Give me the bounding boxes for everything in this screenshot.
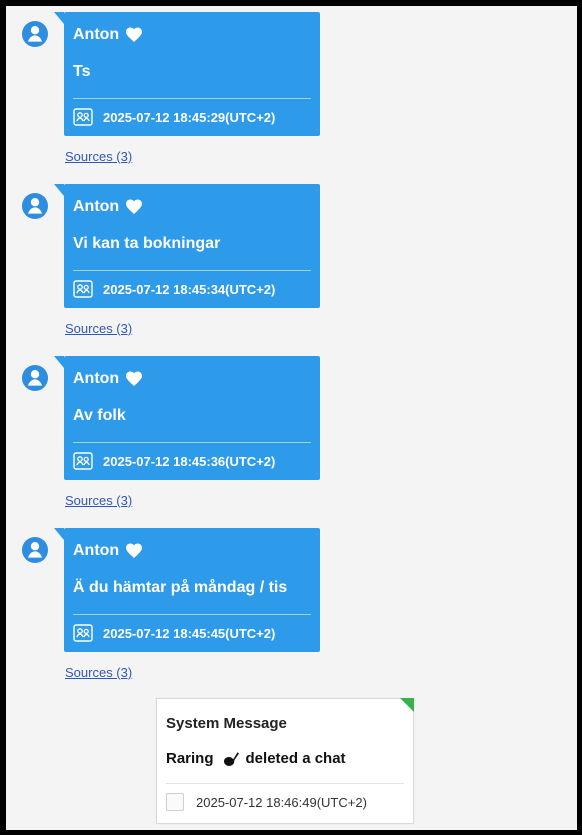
message-bubble: Anton Ts 2025-07-12 18:45:29(UTC+2) (54, 12, 320, 136)
sources-link[interactable]: Sources (3) (65, 321, 132, 336)
contacts-icon (73, 280, 93, 298)
sender-label: Anton (73, 542, 120, 559)
message-timestamp: 2025-07-12 18:45:45(UTC+2) (103, 625, 276, 641)
system-message-action: deleted a chat (245, 749, 346, 767)
heart-icon (125, 199, 143, 215)
message-text: Ts (73, 63, 91, 80)
system-message-timestamp: 2025-07-12 18:46:49(UTC+2) (196, 794, 367, 810)
message-text: Ä du hämtar på måndag / tis (73, 579, 288, 596)
sender-name: Anton (73, 198, 143, 216)
message-divider (73, 98, 311, 99)
user-avatar-icon (21, 536, 49, 564)
message-bubble: Anton Av folk 2025-07-12 18:45:36(UTC+2) (54, 356, 320, 480)
system-message-body: Raring deleted a chat (166, 749, 346, 767)
drop-icon (220, 749, 240, 767)
sender-label: Anton (73, 198, 120, 215)
heart-icon (125, 543, 143, 559)
message-bubble: Anton Vi kan ta bokningar 2025-07-12 18:… (54, 184, 320, 308)
sender-name: Anton (73, 26, 143, 44)
system-message-name: Raring (166, 749, 214, 767)
message-text: Vi kan ta bokningar (73, 235, 221, 252)
heart-icon (125, 371, 143, 387)
system-message-title: System Message (166, 715, 287, 732)
user-avatar-icon (21, 364, 49, 392)
sender-name: Anton (73, 370, 143, 388)
message-timestamp: 2025-07-12 18:45:34(UTC+2) (103, 281, 276, 297)
contacts-icon (73, 624, 93, 642)
user-avatar-icon (21, 192, 49, 220)
message-divider (73, 270, 311, 271)
system-message-divider (166, 783, 404, 784)
message-divider (73, 614, 311, 615)
contacts-icon (73, 452, 93, 470)
message-divider (73, 442, 311, 443)
chat-window: Anton Ts 2025-07-12 18:45:29(UTC+2) Sour… (6, 6, 577, 830)
message-bubble: Anton Ä du hämtar på måndag / tis 2025-0… (54, 528, 320, 652)
system-message-meta: 2025-07-12 18:46:49(UTC+2) (166, 793, 367, 811)
message-timestamp: 2025-07-12 18:45:29(UTC+2) (103, 109, 276, 125)
message-meta: 2025-07-12 18:45:29(UTC+2) (73, 108, 275, 126)
sources-link[interactable]: Sources (3) (65, 493, 132, 508)
message-meta: 2025-07-12 18:45:45(UTC+2) (73, 624, 275, 642)
sources-link[interactable]: Sources (3) (65, 149, 132, 164)
contacts-icon (73, 108, 93, 126)
system-message: System Message Raring deleted a chat 202… (156, 698, 414, 824)
message-text: Av folk (73, 407, 126, 424)
chat-message: Anton Vi kan ta bokningar 2025-07-12 18:… (6, 178, 336, 338)
message-meta: 2025-07-12 18:45:36(UTC+2) (73, 452, 275, 470)
chat-message: Anton Av folk 2025-07-12 18:45:36(UTC+2)… (6, 350, 336, 510)
sources-link[interactable]: Sources (3) (65, 665, 132, 680)
sender-label: Anton (73, 370, 120, 387)
chat-message: Anton Ts 2025-07-12 18:45:29(UTC+2) Sour… (6, 6, 336, 166)
user-avatar-icon (21, 20, 49, 48)
sender-label: Anton (73, 26, 120, 43)
chat-message: Anton Ä du hämtar på måndag / tis 2025-0… (6, 522, 336, 682)
sender-name: Anton (73, 542, 143, 560)
heart-icon (125, 27, 143, 43)
message-timestamp: 2025-07-12 18:45:36(UTC+2) (103, 453, 276, 469)
message-meta: 2025-07-12 18:45:34(UTC+2) (73, 280, 275, 298)
checkbox-icon (166, 793, 184, 811)
